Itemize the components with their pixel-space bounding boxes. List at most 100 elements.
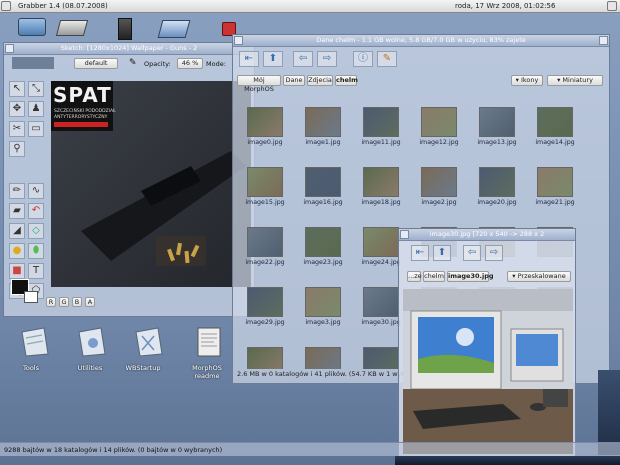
screen-depth-button[interactable] xyxy=(607,1,617,11)
stamp-icon[interactable]: ♟ xyxy=(28,101,44,117)
file-thumbnail[interactable]: image20.jpg xyxy=(469,167,525,217)
forward-icon[interactable]: ⇨ xyxy=(317,51,337,67)
file-thumbnail[interactable]: image14.jpg xyxy=(527,107,583,157)
file-thumbnail[interactable]: image21.jpg xyxy=(527,167,583,217)
channel-a[interactable]: A xyxy=(85,297,95,307)
thumbnail-image[interactable] xyxy=(247,107,283,137)
ellipse-icon[interactable]: ⬮ xyxy=(28,243,44,259)
computer-icon[interactable] xyxy=(118,18,132,40)
file-thumbnail[interactable]: image29.jpg xyxy=(237,287,293,337)
thumbnail-image[interactable] xyxy=(305,227,341,257)
disk-icon[interactable] xyxy=(18,18,46,36)
thumbnail-image[interactable] xyxy=(537,107,573,137)
viewer-image[interactable] xyxy=(403,289,573,454)
thumbnail-image[interactable] xyxy=(247,347,283,369)
file-thumbnail[interactable]: image18.jpg xyxy=(353,167,409,217)
crumb-moj-morphos[interactable]: Mój MorphOS xyxy=(237,75,281,93)
rect-icon[interactable]: ■ xyxy=(9,263,25,279)
parent-icon[interactable]: ⬆ xyxy=(263,51,283,67)
file-thumbnail[interactable] xyxy=(295,347,351,369)
channel-b[interactable]: B xyxy=(72,297,82,307)
viewer-crumb-chelm[interactable]: chelm xyxy=(423,271,445,282)
thumbnail-image[interactable] xyxy=(305,167,341,197)
view-size-select[interactable]: ▾ Miniatury xyxy=(547,75,603,86)
edit-icon[interactable]: ✎ xyxy=(377,51,397,67)
thumbnail-image[interactable] xyxy=(537,167,573,197)
wbstartup-drawer-icon[interactable] xyxy=(132,326,166,357)
viewer-home-icon[interactable]: ⇤ xyxy=(411,245,429,261)
file-thumbnail[interactable]: image3.jpg xyxy=(295,287,351,337)
channel-g[interactable]: G xyxy=(59,297,69,307)
circle-icon[interactable]: ● xyxy=(9,243,25,259)
thumbnail-image[interactable] xyxy=(305,287,341,317)
close-button[interactable] xyxy=(234,36,243,45)
close-button[interactable] xyxy=(400,230,409,239)
scissors-icon[interactable]: ✂ xyxy=(9,121,25,137)
thumbnail-image[interactable] xyxy=(363,347,399,369)
thumbnail-image[interactable] xyxy=(421,167,457,197)
drive-icon[interactable] xyxy=(55,20,89,36)
brush-icon[interactable]: ✎ xyxy=(129,58,139,68)
depth-button[interactable] xyxy=(599,36,608,45)
file-thumbnail[interactable]: image13.jpg xyxy=(469,107,525,157)
file-thumbnail[interactable]: image16.jpg xyxy=(295,167,351,217)
viewer-title-bar[interactable]: image30.jpg [720 x 540 -> 288 x 2 xyxy=(399,229,575,241)
fill-icon[interactable]: ◢ xyxy=(9,223,25,239)
crumb-chelm[interactable]: chelm xyxy=(335,75,358,86)
thumbnail-image[interactable] xyxy=(421,107,457,137)
file-thumbnail[interactable]: image2.jpg xyxy=(411,167,467,217)
file-thumbnail[interactable]: image0.jpg xyxy=(237,107,293,157)
pen-icon[interactable]: ✏ xyxy=(9,183,25,199)
info-icon[interactable]: ⓘ xyxy=(353,51,373,67)
viewer-next-icon[interactable]: ⇨ xyxy=(485,245,503,261)
thumbnail-image[interactable] xyxy=(247,287,283,317)
undo-icon[interactable]: ↶ xyxy=(28,203,44,219)
viewer-crumb-file[interactable]: image30.jpg xyxy=(447,271,494,282)
move-icon[interactable]: ✥ xyxy=(9,101,25,117)
thumbnail-image[interactable] xyxy=(247,227,283,257)
thumbnail-image[interactable] xyxy=(305,347,341,369)
eyedropper-icon[interactable]: ⚲ xyxy=(9,141,25,157)
sketch-title-bar[interactable]: Sketch: [1280x1024] Wallpaper - Guns - 2 xyxy=(4,43,254,55)
background-color[interactable] xyxy=(24,291,38,303)
crumb-zdjecia[interactable]: Zdjecia xyxy=(307,75,333,86)
file-thumbnail[interactable]: image23.jpg xyxy=(295,227,351,277)
back-home-icon[interactable]: ⇤ xyxy=(239,51,259,67)
thumbnail-image[interactable] xyxy=(479,167,515,197)
ram-disk-icon[interactable] xyxy=(157,20,191,38)
gradient-icon[interactable]: ◇ xyxy=(28,223,44,239)
thumbnail-image[interactable] xyxy=(479,107,515,137)
file-thumbnail[interactable]: image1.jpg xyxy=(295,107,351,157)
file-thumbnail[interactable]: image22.jpg xyxy=(237,227,293,277)
morphos-menu-button[interactable] xyxy=(1,1,11,11)
crumb-dane[interactable]: Dane xyxy=(283,75,305,86)
thumbnail-image[interactable] xyxy=(247,167,283,197)
file-thumbnail[interactable]: image11.jpg xyxy=(353,107,409,157)
readme-document-icon[interactable] xyxy=(192,326,226,357)
opacity-field[interactable]: 46 % xyxy=(177,58,203,69)
thumbnail-image[interactable] xyxy=(363,167,399,197)
arrow-icon[interactable]: ↖ xyxy=(9,81,25,97)
file-manager-title-bar[interactable]: Dane chelm - 1.1 GB wolne, 5.8 GB/7.0 GB… xyxy=(233,35,609,47)
back-icon[interactable]: ⇦ xyxy=(293,51,313,67)
brush-select[interactable]: default xyxy=(74,58,118,69)
scale-select[interactable]: ▾ Przeskalowane xyxy=(507,271,571,282)
wave-icon[interactable]: ∿ xyxy=(28,183,44,199)
viewer-prev-icon[interactable]: ⇦ xyxy=(463,245,481,261)
view-mode-select[interactable]: ▾ Ikony xyxy=(511,75,543,86)
close-button[interactable] xyxy=(5,44,14,53)
file-thumbnail[interactable] xyxy=(237,347,293,369)
viewer-up-icon[interactable]: ⬆ xyxy=(433,245,451,261)
viewer-crumb-ze[interactable]: ...ze xyxy=(407,271,422,282)
utilities-drawer-icon[interactable] xyxy=(75,326,109,357)
crop-icon[interactable]: ⤡ xyxy=(28,81,44,97)
thumbnail-image[interactable] xyxy=(363,107,399,137)
eraser-icon[interactable]: ▭ xyxy=(28,121,44,137)
thumbnail-image[interactable] xyxy=(363,227,399,257)
file-thumbnail[interactable]: image12.jpg xyxy=(411,107,467,157)
thumbnail-image[interactable] xyxy=(305,107,341,137)
smudge-icon[interactable]: ▰ xyxy=(9,203,25,219)
tools-drawer-icon[interactable] xyxy=(18,326,52,357)
text-icon[interactable]: T xyxy=(28,263,44,279)
file-thumbnail[interactable]: image15.jpg xyxy=(237,167,293,217)
